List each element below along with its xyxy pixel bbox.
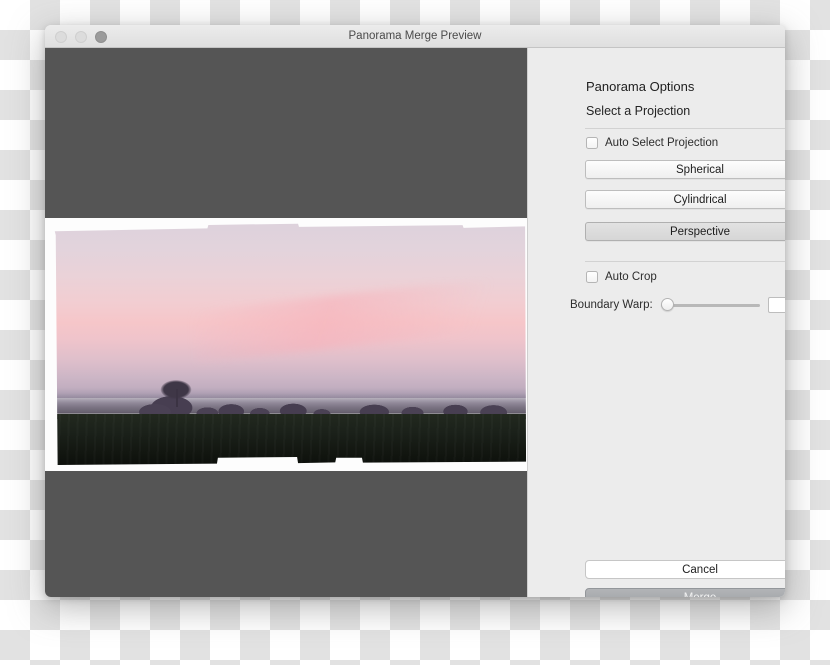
panel-subtitle: Select a Projection (586, 104, 691, 118)
panorama-image (54, 223, 527, 466)
boundary-warp-value[interactable]: 0 (768, 297, 785, 313)
foreground-tree (154, 377, 197, 408)
divider-middle (585, 261, 785, 262)
checkbox-icon[interactable] (586, 271, 598, 283)
auto-crop-row[interactable]: Auto Crop (586, 271, 657, 283)
slider-track[interactable] (660, 304, 760, 307)
window-title: Panorama Merge Preview (348, 30, 482, 42)
checkbox-icon[interactable] (586, 137, 598, 149)
divider-top (585, 128, 785, 129)
panorama-merge-window: Panorama Merge Preview Panorama Options … (45, 25, 785, 597)
auto-select-projection-label: Auto Select Projection (605, 137, 719, 149)
window-titlebar[interactable]: Panorama Merge Preview (45, 25, 785, 48)
boundary-warp-row: Boundary Warp: 0 (570, 296, 785, 314)
projection-button-spherical[interactable]: Spherical (585, 160, 785, 179)
panorama-preview-canvas[interactable] (45, 48, 527, 597)
auto-crop-label: Auto Crop (605, 271, 657, 283)
projection-button-cylindrical[interactable]: Cylindrical (585, 190, 785, 209)
projection-button-perspective[interactable]: Perspective (585, 222, 785, 241)
slider-knob[interactable] (660, 298, 674, 311)
boundary-warp-slider[interactable] (660, 298, 760, 312)
auto-select-projection-row[interactable]: Auto Select Projection (586, 137, 718, 149)
panorama-options-panel: Panorama Options Select a Projection Aut… (527, 48, 785, 597)
cancel-button[interactable]: Cancel (585, 560, 785, 579)
panel-title: Panorama Options (586, 79, 695, 94)
boundary-warp-label: Boundary Warp: (570, 299, 653, 311)
merge-button[interactable]: Merge (585, 588, 785, 597)
sky-region (54, 223, 527, 398)
